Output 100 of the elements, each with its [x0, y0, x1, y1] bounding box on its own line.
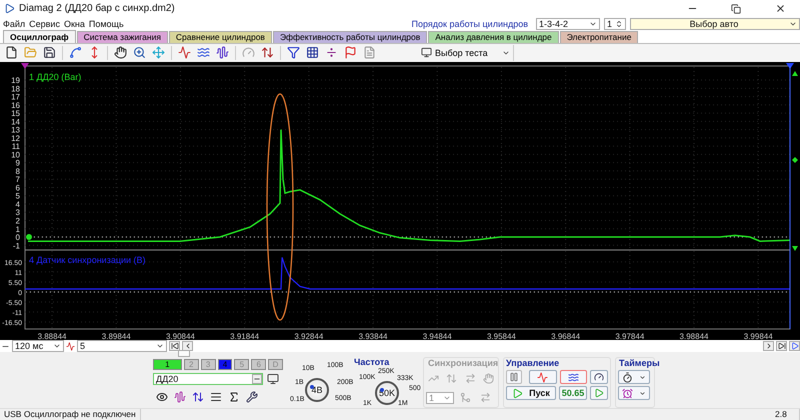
waveform-button[interactable]: [214, 44, 231, 62]
frequency-knob[interactable]: 50K: [375, 381, 399, 405]
sine-button[interactable]: [528, 370, 557, 384]
waves-button[interactable]: [560, 370, 588, 384]
waves-icon: [197, 46, 210, 60]
menu-item[interactable]: Сервис: [29, 18, 60, 29]
cylinder-order-label: Порядок работы цилиндров: [412, 18, 528, 29]
axis-tick-label: 14: [11, 117, 20, 126]
tools-icon: [246, 390, 258, 402]
save-icon: [43, 46, 56, 60]
axis-tick-label: 9: [16, 158, 20, 168]
hand-icon: [482, 373, 494, 384]
dropdown-icon: [639, 374, 646, 380]
pause-button[interactable]: [506, 370, 522, 384]
clock-icon: [622, 388, 633, 398]
pause-icon: [508, 372, 519, 382]
axis-tick-label: 3.91844: [230, 332, 260, 340]
tab[interactable]: Сравнение цилиндров: [168, 30, 272, 43]
axis-tick-label: 18: [11, 84, 20, 94]
axis-tick-label: 3: [16, 208, 20, 218]
grid-icon: [306, 46, 319, 60]
first-button[interactable]: [169, 341, 180, 352]
timer-button[interactable]: [618, 386, 650, 400]
axis-tick-label: 3.95844: [486, 332, 516, 340]
tab[interactable]: Осциллограф: [3, 30, 76, 43]
signal-icon: [178, 46, 191, 60]
restore-icon: [731, 4, 741, 14]
scroll-down-icon[interactable]: [792, 246, 798, 252]
dropdown-icon: [639, 390, 646, 396]
axis-tick-label: 11: [12, 142, 20, 152]
play-icon: [512, 388, 524, 398]
timer-button[interactable]: [618, 370, 650, 384]
axis-tick-label: 2: [16, 216, 20, 226]
cylinder-spinner[interactable]: 1: [604, 18, 626, 30]
open-folder-icon: [24, 46, 37, 60]
gauge-icon: [594, 372, 604, 382]
channel-label: 1 ДД20 (Bar): [29, 72, 82, 82]
new-file-icon: [5, 46, 18, 60]
menu-item[interactable]: Файл: [3, 18, 26, 29]
axis-tick-label: 3.94844: [422, 332, 452, 340]
channel-button[interactable]: 1: [153, 359, 182, 370]
play-icon: [790, 342, 798, 350]
last-button[interactable]: [776, 341, 787, 352]
hand-button[interactable]: [112, 44, 129, 62]
rate-button[interactable]: 50.65: [559, 386, 587, 400]
start-button[interactable]: Пуск: [506, 386, 556, 400]
arrows-icon: [480, 392, 491, 403]
test-select[interactable]: Выбор теста: [418, 44, 514, 61]
tab[interactable]: Эффективность работы цилиндров: [272, 30, 428, 43]
cylinder-order-select[interactable]: 1-3-4-2: [536, 18, 600, 30]
function-icon: [228, 390, 240, 402]
auto-scale-button[interactable]: [590, 370, 608, 384]
scroll-up-icon[interactable]: [792, 71, 798, 76]
axis-tick-label: 19: [11, 76, 20, 86]
channel-label: 4 Датчик синхронизации (В): [29, 255, 146, 266]
axis-tick-label: -1: [12, 241, 20, 250]
signal-button[interactable]: [176, 44, 193, 62]
status-message: USB Осциллограф не подключен: [0, 409, 141, 420]
monitor-icon: [421, 47, 432, 58]
waveform-icon: [216, 46, 229, 60]
curve-icon: [69, 46, 82, 60]
axis-tick-label: 13: [11, 126, 20, 135]
scroll-thumb[interactable]: [178, 350, 190, 358]
field-menu-button[interactable]: [252, 374, 262, 384]
axis-tick-label: 3.89844: [102, 332, 131, 340]
axis-tick-label: 15: [11, 109, 20, 118]
channel-name-field[interactable]: ДД20: [153, 373, 263, 385]
lines-icon: [210, 390, 222, 402]
axis-tick-label: 17: [11, 92, 20, 102]
group-title: Синхронизация: [428, 358, 498, 368]
axis-tick-label: 1: [16, 224, 20, 234]
waveform-icon: [174, 390, 186, 402]
funnel-button[interactable]: [285, 44, 302, 62]
car-select[interactable]: Выбор авто: [630, 18, 800, 30]
axis-tick-label: 3.88844: [38, 332, 66, 340]
divide-icon: [325, 46, 338, 60]
tab[interactable]: Электропитание: [560, 30, 638, 43]
timebase-select[interactable]: 120 мс: [12, 340, 64, 352]
axis-tick-label: 8: [16, 167, 20, 176]
averaging-select[interactable]: 5: [77, 340, 167, 352]
tab[interactable]: Система зажигания: [76, 30, 168, 43]
axis-tick-label: 5: [16, 192, 20, 201]
close-icon: [774, 3, 786, 14]
amplitude-knob[interactable]: 4В: [305, 378, 329, 402]
menu-item[interactable]: Помощь: [88, 18, 124, 29]
play-button[interactable]: [789, 341, 800, 352]
marker-icon[interactable]: [26, 234, 32, 240]
rising-edge-icon: [428, 373, 440, 384]
merge-icon: [460, 392, 471, 403]
version-label: 2.8: [771, 409, 800, 420]
group-title: Управление: [506, 358, 560, 368]
marker-icon[interactable]: [792, 157, 798, 164]
flag-icon: [344, 46, 357, 60]
hand-icon: [114, 46, 127, 60]
auto-play-icon: [594, 388, 604, 398]
axis-tick-label: 7: [16, 175, 20, 184]
menu-item[interactable]: Окна: [64, 18, 85, 29]
tab[interactable]: Анализ давления в цилиндре: [428, 30, 559, 43]
spinner-icon: [615, 20, 623, 28]
axis-tick-label: 3.98844: [680, 332, 708, 340]
